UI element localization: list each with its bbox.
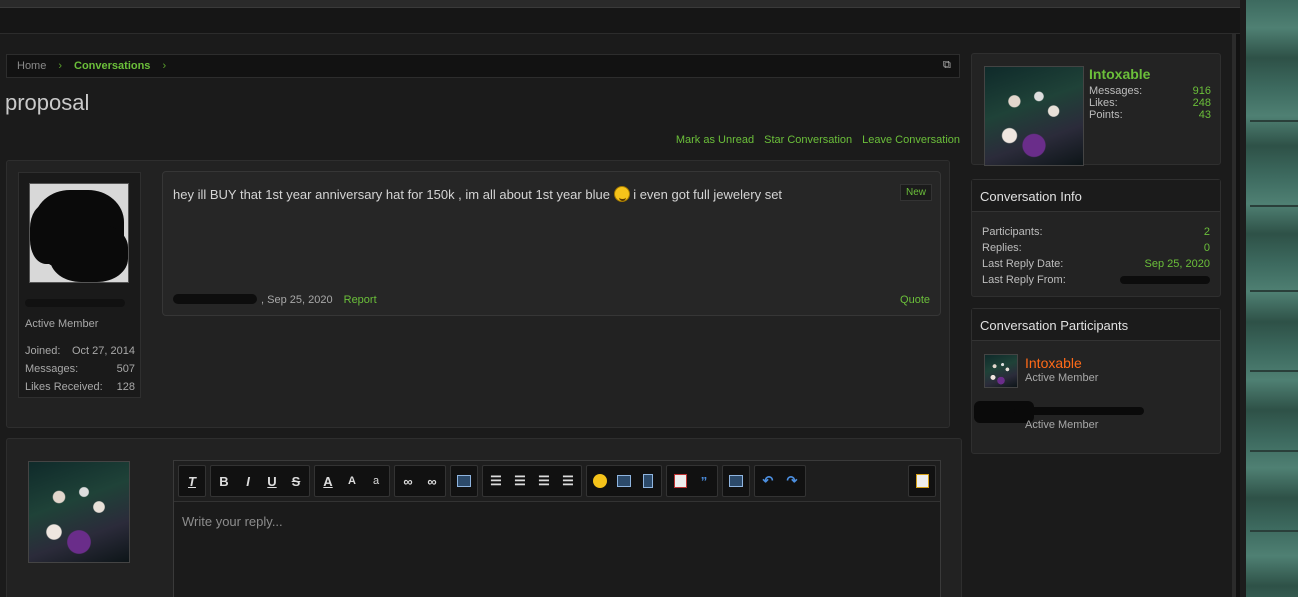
participant-role: Active Member — [1025, 419, 1099, 431]
numbered-list-icon[interactable]: ☰ — [509, 470, 531, 492]
draft-icon[interactable] — [725, 470, 747, 492]
avatar[interactable] — [984, 354, 1018, 388]
breadcrumb: Home › Conversations › ⧉ — [6, 54, 960, 78]
report-link[interactable]: Report — [344, 294, 377, 306]
strikethrough-icon[interactable]: S — [285, 470, 307, 492]
smilies-icon[interactable] — [589, 470, 611, 492]
breadcrumb-home[interactable]: Home — [17, 60, 46, 72]
conversation-actions: Mark as Unread Star Conversation Leave C… — [676, 134, 960, 146]
stat-row: Likes Received: 128 — [25, 381, 135, 393]
avatar[interactable] — [28, 461, 130, 563]
stat-row: Messages: 916 — [1089, 85, 1211, 97]
undo-icon[interactable]: ↶ — [757, 470, 779, 492]
message-text: hey ill BUY that 1st year anniversary ha… — [173, 186, 783, 202]
leave-conversation-link[interactable]: Leave Conversation — [862, 134, 960, 146]
user-stats: Joined: Oct 27, 2014 Messages: 507 Likes R… — [25, 345, 135, 399]
image-icon[interactable] — [613, 470, 635, 492]
conversation-info: Participants: 2 Replies: 0 Last Reply Date… — [972, 212, 1220, 300]
stat-row: Messages: 507 — [25, 363, 135, 375]
visitor-panel: Intoxable Messages: 916 Likes: 248 Points:… — [971, 53, 1221, 166]
panel-heading: Conversation Info — [972, 180, 1220, 212]
font-size-icon[interactable]: A — [341, 470, 363, 492]
visitor-name[interactable]: Intoxable — [1089, 66, 1150, 82]
breadcrumb-separator: › — [162, 60, 167, 72]
avatar[interactable] — [29, 183, 129, 283]
message-content: hey ill BUY that 1st year anniversary ha… — [162, 171, 941, 316]
redo-icon[interactable]: ↷ — [781, 470, 803, 492]
stat-row: Likes: 248 — [1089, 97, 1211, 109]
toggle-bbcode-button[interactable] — [908, 465, 936, 497]
code-icon[interactable] — [669, 470, 691, 492]
bbcode-icon[interactable] — [911, 470, 933, 492]
reply-form: T B I U S A A a ∞ ∞ ☰ ☰ ☰ ☰ ” ↶ ↷ Write … — [6, 438, 962, 597]
message-date: , Sep 25, 2020 — [261, 294, 333, 306]
new-badge: New — [899, 184, 932, 201]
indent-icon[interactable]: ☰ — [557, 470, 579, 492]
background-decoration — [1240, 0, 1298, 597]
user-role: Active Member — [25, 318, 99, 330]
avatar[interactable] — [984, 66, 1084, 166]
stat-row: Points: 43 — [1089, 109, 1211, 121]
font-family-icon[interactable]: a — [365, 470, 387, 492]
link-icon[interactable]: ∞ — [397, 470, 419, 492]
italic-icon[interactable]: I — [237, 470, 259, 492]
quote-link[interactable]: Quote — [900, 294, 930, 306]
bold-icon[interactable]: B — [213, 470, 235, 492]
star-conversation-link[interactable]: Star Conversation — [764, 134, 852, 146]
message: Active Member Joined: Oct 27, 2014 Messag… — [6, 160, 950, 428]
media-icon[interactable] — [637, 470, 659, 492]
participants-panel: Conversation Participants Intoxable Acti… — [971, 308, 1221, 454]
quote-icon[interactable]: ” — [693, 470, 715, 492]
breadcrumb-conversations[interactable]: Conversations — [74, 60, 150, 72]
external-link-icon[interactable]: ⧉ — [943, 59, 955, 71]
alignment-icon[interactable] — [453, 470, 475, 492]
font-color-icon[interactable]: A — [317, 470, 339, 492]
info-row: Participants: 2 — [982, 226, 1210, 238]
editor-toolbar: T B I U S A A a ∞ ∞ ☰ ☰ ☰ ☰ ” ↶ ↷ — [178, 465, 806, 497]
panel-heading: Conversation Participants — [972, 309, 1220, 341]
stat-row: Joined: Oct 27, 2014 — [25, 345, 135, 357]
info-row: Last Reply Date: Sep 25, 2020 — [982, 258, 1210, 270]
unlink-icon[interactable]: ∞ — [421, 470, 443, 492]
bullet-list-icon[interactable]: ☰ — [485, 470, 507, 492]
breadcrumb-separator: › — [58, 60, 63, 72]
visitor-stats: Messages: 916 Likes: 248 Points: 43 — [1089, 85, 1211, 121]
redacted-username — [25, 299, 125, 307]
top-bar — [0, 0, 1240, 8]
participant-name[interactable]: Intoxable — [1025, 355, 1082, 371]
message-user-info: Active Member Joined: Oct 27, 2014 Messag… — [18, 172, 141, 398]
outdent-icon[interactable]: ☰ — [533, 470, 555, 492]
mark-unread-link[interactable]: Mark as Unread — [676, 134, 754, 146]
redacted-username — [1120, 276, 1210, 284]
info-row: Replies: 0 — [982, 242, 1210, 254]
nav-bar — [0, 8, 1240, 34]
underline-icon[interactable]: U — [261, 470, 283, 492]
reply-editor: T B I U S A A a ∞ ∞ ☰ ☰ ☰ ☰ ” ↶ ↷ Write … — [173, 460, 941, 597]
conversation-info-panel: Conversation Info Participants: 2 Replies… — [971, 179, 1221, 297]
smiley-icon — [613, 186, 630, 202]
info-row: Last Reply From: — [982, 272, 1210, 288]
remove-format-icon[interactable]: T — [181, 470, 203, 492]
page-title: proposal — [5, 90, 90, 115]
message-meta: , Sep 25, 2020 Report — [173, 294, 377, 306]
reply-textarea[interactable]: Write your reply... — [174, 501, 940, 597]
reply-placeholder: Write your reply... — [182, 514, 283, 529]
redacted-author — [173, 294, 257, 304]
participant-role: Active Member — [1025, 372, 1099, 384]
